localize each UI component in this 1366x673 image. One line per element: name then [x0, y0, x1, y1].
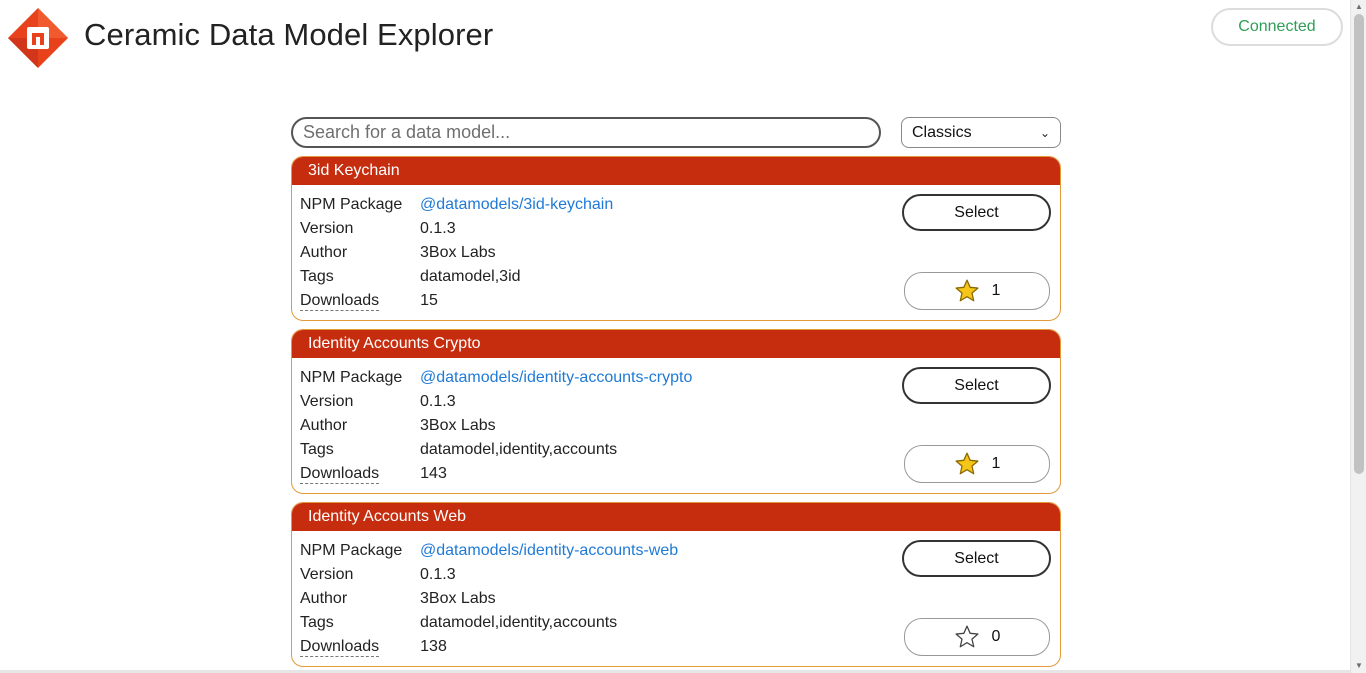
model-card: 3id Keychain NPM Package @datamodels/3id… [291, 156, 1061, 321]
select-button[interactable]: Select [902, 540, 1051, 577]
version-value: 0.1.3 [420, 393, 456, 410]
version-value: 0.1.3 [420, 566, 456, 583]
app-header: Ceramic Data Model Explorer Connected [0, 0, 1350, 76]
vertical-scrollbar[interactable]: ▲ ▼ [1350, 0, 1366, 673]
model-name: 3id Keychain [308, 162, 400, 179]
model-card: Identity Accounts Web NPM Package @datam… [291, 502, 1061, 667]
scrollbar-thumb[interactable] [1354, 14, 1364, 474]
model-card: Identity Accounts Crypto NPM Package @da… [291, 329, 1061, 494]
model-name: Identity Accounts Web [308, 508, 467, 525]
npm-package-link[interactable]: @datamodels/identity-accounts-web [420, 542, 678, 560]
chevron-down-icon: ⌄ [1039, 125, 1050, 140]
author-value: 3Box Labs [420, 244, 496, 261]
npm-package-link[interactable]: @datamodels/identity-accounts-crypto [420, 369, 692, 387]
scroll-down-icon[interactable]: ▼ [1354, 661, 1364, 671]
tags-label: Tags [300, 614, 334, 631]
star-button[interactable]: 0 [904, 618, 1050, 656]
star-button[interactable]: 1 [904, 445, 1050, 483]
version-label: Version [300, 220, 354, 237]
connection-status-badge[interactable]: Connected [1211, 8, 1343, 46]
model-name: Identity Accounts Crypto [308, 335, 481, 352]
category-select-value: Classics [912, 123, 972, 141]
version-label: Version [300, 393, 354, 410]
model-card-title: Identity Accounts Web [292, 503, 1060, 531]
downloads-value: 15 [420, 292, 438, 309]
author-value: 3Box Labs [420, 590, 496, 607]
author-label: Author [300, 417, 348, 434]
search-input[interactable] [291, 117, 881, 148]
downloads-label[interactable]: Downloads [300, 465, 380, 484]
star-button[interactable]: 1 [904, 272, 1050, 310]
app-title: Ceramic Data Model Explorer [84, 17, 494, 52]
npm-package-label: NPM Package [300, 196, 403, 213]
select-button[interactable]: Select [902, 367, 1051, 404]
version-label: Version [300, 566, 354, 583]
star-count: 1 [991, 282, 1001, 299]
downloads-value: 143 [420, 465, 447, 482]
star-count: 0 [991, 628, 1001, 645]
author-label: Author [300, 590, 348, 607]
tags-value: datamodel,identity,accounts [420, 614, 618, 631]
author-value: 3Box Labs [420, 417, 496, 434]
tags-label: Tags [300, 268, 334, 285]
select-button[interactable]: Select [902, 194, 1051, 231]
author-label: Author [300, 244, 348, 261]
npm-package-label: NPM Package [300, 542, 403, 559]
star-filled-icon [955, 279, 979, 302]
model-card-title: 3id Keychain [292, 157, 1060, 185]
npm-package-label: NPM Package [300, 369, 403, 386]
star-filled-icon [955, 452, 979, 475]
downloads-label[interactable]: Downloads [300, 292, 380, 311]
version-value: 0.1.3 [420, 220, 456, 237]
tags-value: datamodel,3id [420, 268, 521, 285]
downloads-label[interactable]: Downloads [300, 638, 380, 657]
model-card-title: Identity Accounts Crypto [292, 330, 1060, 358]
ceramic-logo-icon[interactable] [7, 7, 69, 69]
tags-label: Tags [300, 441, 334, 458]
star-count: 1 [991, 455, 1001, 472]
scroll-up-icon[interactable]: ▲ [1354, 2, 1364, 12]
category-select[interactable]: Classics ⌄ [901, 117, 1061, 148]
npm-package-link[interactable]: @datamodels/3id-keychain [420, 196, 613, 214]
tags-value: datamodel,identity,accounts [420, 441, 618, 458]
downloads-value: 138 [420, 638, 447, 655]
star-outline-icon [955, 625, 979, 648]
